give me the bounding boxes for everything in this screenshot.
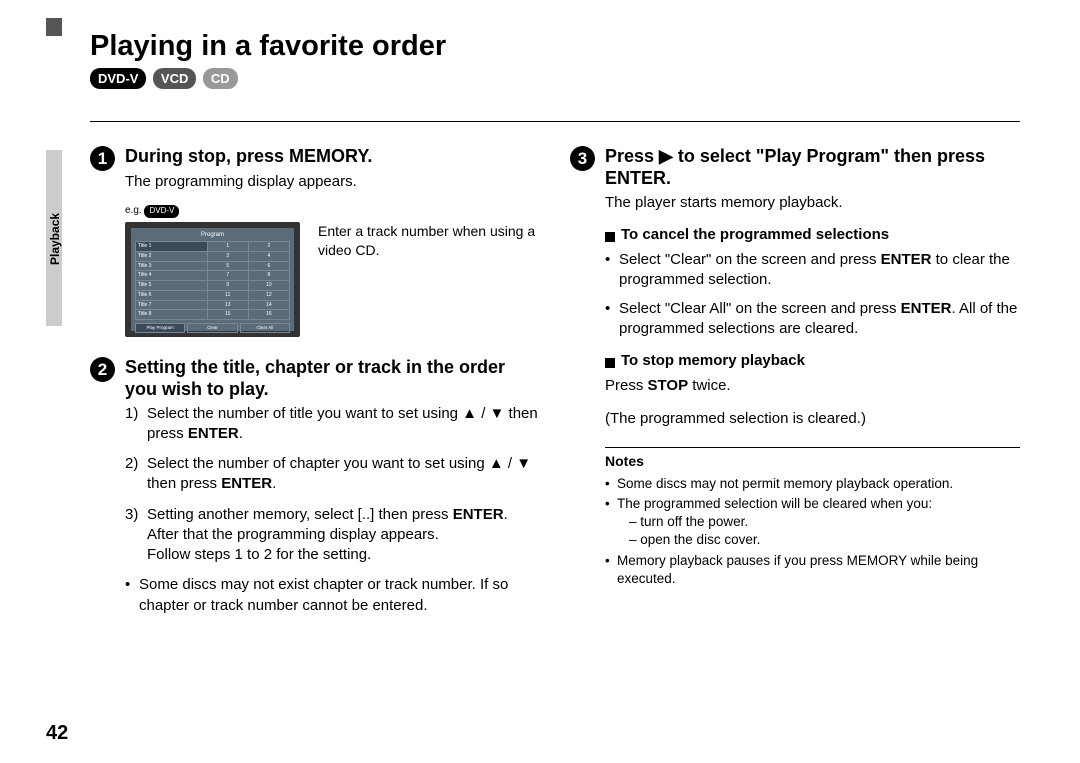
page-number: 42 <box>46 722 68 745</box>
badge-cd: CD <box>203 68 238 89</box>
program-table: Title 112 Title 234 Title 356 Title 478 … <box>135 241 290 320</box>
page-content: Playing in a favorite order DVD-V VCD CD… <box>0 0 1080 624</box>
badge-dvdv: DVD-V <box>90 68 146 89</box>
badge-vcd: VCD <box>153 68 196 89</box>
stop-p1: Press STOP twice. <box>605 376 1020 396</box>
notes-title: Notes <box>605 452 1020 471</box>
btn-play-program: Play Program <box>135 323 185 333</box>
eg-text: e.g. <box>125 205 142 216</box>
step2-notes: Some discs may not exist chapter or trac… <box>125 575 540 616</box>
notes-list: Some discs may not permit memory playbac… <box>605 475 1020 588</box>
btn-clear-all: Clear All <box>240 323 290 333</box>
display-caption: Enter a track number when using a video … <box>318 222 540 260</box>
cancel-title: To cancel the programmed selections <box>621 225 889 245</box>
eg-badge: DVD-V <box>144 205 179 218</box>
divider <box>90 121 1020 122</box>
square-icon <box>605 232 615 242</box>
cancel-bullets: Select "Clear" on the screen and press E… <box>605 250 1020 339</box>
notes-divider <box>605 447 1020 448</box>
step3-title: Press ▶ to select "Play Program" then pr… <box>605 145 1020 190</box>
stop-title: To stop memory playback <box>621 351 805 371</box>
program-display: Program Title 112 Title 234 Title 356 Ti… <box>125 222 300 337</box>
format-badges: DVD-V VCD CD <box>90 68 1020 89</box>
step3-desc: The player starts memory playback. <box>605 193 1020 213</box>
page-title: Playing in a favorite order <box>90 30 1020 63</box>
step-number-3: 3 <box>570 146 595 171</box>
section-tab: Playback <box>48 213 62 265</box>
side-tab-marks <box>46 0 80 326</box>
right-column: 3 Press ▶ to select "Play Program" then … <box>570 144 1020 624</box>
step3-header: 3 Press ▶ to select "Play Program" then … <box>570 144 1020 190</box>
step2-title: Setting the title, chapter or track in t… <box>125 356 540 401</box>
step-number-2: 2 <box>90 357 115 382</box>
step2-list: 1)Select the number of title you want to… <box>125 404 540 566</box>
step2-header: 2 Setting the title, chapter or track in… <box>90 355 540 401</box>
step-number-1: 1 <box>90 146 115 171</box>
program-title: Program <box>135 231 290 239</box>
step1-header: 1 During stop, press MEMORY. <box>90 144 540 169</box>
square-icon <box>605 358 615 368</box>
btn-clear: Clear <box>187 323 237 333</box>
left-column: 1 During stop, press MEMORY. The program… <box>90 144 540 624</box>
step1-eg: e.g. DVD-V <box>125 204 540 218</box>
step1-title: During stop, press MEMORY. <box>125 145 372 168</box>
step1-desc: The programming display appears. <box>125 172 540 192</box>
stop-p2: (The programmed selection is cleared.) <box>605 409 1020 429</box>
